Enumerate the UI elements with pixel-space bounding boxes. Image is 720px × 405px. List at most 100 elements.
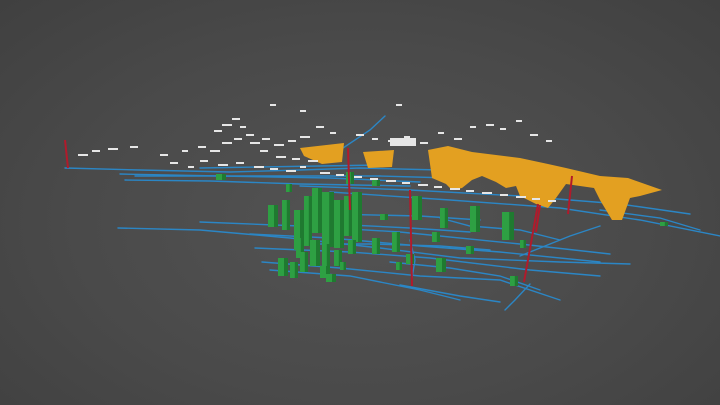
column-shade [326,244,330,266]
column-shade [274,205,278,227]
terrain-point [500,194,508,196]
terrain-point [330,132,336,134]
column-shade [376,180,380,186]
terrain-point [210,150,220,152]
terrain-point [292,158,300,160]
terrain-point [390,138,416,146]
terrain-point [92,150,100,152]
terrain-point [500,128,506,130]
terrain-point [516,196,526,198]
column-shade [418,196,422,220]
terrain-point [402,182,410,184]
structure [363,150,394,168]
terrain-point [188,166,194,168]
terrain-point [270,104,276,106]
terrain-point [470,126,476,128]
terrain-point [222,124,232,126]
terrain-point [288,140,296,142]
column-shade [523,240,526,248]
pipeline [504,283,531,311]
column-shade [329,192,334,247]
terrain-point [160,154,168,156]
terrain-point [372,138,378,140]
terrain-point [386,180,396,182]
column-shade [436,232,440,242]
terrain-point [516,120,522,122]
terrain-point [316,126,324,128]
terrain-point [200,160,208,162]
marker-pole [409,189,413,287]
terrain-point [240,126,246,128]
column-shade [284,258,288,276]
column-shade [350,172,354,184]
pipeline [124,179,411,187]
column-shade [476,206,480,232]
terrain-point [530,134,538,136]
terrain-point [300,166,306,168]
terrain-point [450,188,460,190]
column-shade [509,212,514,240]
terrain-point [336,174,344,176]
terrain-point [218,164,228,166]
terrain-point [300,136,310,138]
pipeline [339,115,386,151]
terrain-point [108,148,118,150]
column-shade [352,240,356,254]
column-shade [332,274,336,282]
column-shade [308,196,312,246]
column-shade [340,200,344,248]
terrain-point [482,192,492,194]
terrain-point [404,136,410,138]
pipeline [64,167,441,173]
column-shade [294,262,298,278]
column-shade [444,208,448,228]
pipeline [399,284,501,303]
column-shade [318,188,322,233]
terrain-point [78,154,88,156]
terrain-point [170,162,178,164]
column-shade [399,262,402,270]
terrain-point [438,132,444,134]
column-shade [316,240,320,266]
terrain-point [222,142,232,144]
terrain-point [396,104,402,106]
column-shade [470,246,474,254]
pipeline [199,221,611,255]
terrain-point [420,142,428,144]
terrain-point [532,198,540,200]
terrain-point [548,200,556,202]
column-shade [222,174,226,180]
3d-scene-canvas[interactable] [0,0,720,405]
terrain-point [370,178,378,180]
terrain-point [434,186,442,188]
terrain-point [182,150,188,152]
terrain-point [236,162,244,164]
terrain-point [466,190,474,192]
terrain-point [546,140,552,142]
terrain-point [246,134,254,136]
column-shade [384,214,388,220]
terrain-point [418,184,428,186]
column-shade [376,238,380,254]
pipeline [329,191,720,237]
terrain-point [250,142,260,144]
terrain-point [260,150,268,152]
terrain-point [276,156,286,158]
terrain-point [214,130,222,132]
column-shade [396,232,400,252]
terrain-point [308,160,318,162]
column-shade [358,192,362,242]
column-shade [289,184,292,192]
terrain-point [274,144,284,146]
terrain-point [454,138,462,140]
column-shade [514,276,518,286]
terrain-point [486,124,494,126]
pipeline [269,269,461,301]
terrain-point [254,166,264,168]
terrain-point [356,134,364,136]
marker-pole [64,139,69,169]
3d-model-viewport[interactable] [0,0,720,405]
column-shade [664,222,668,226]
terrain-point [198,146,206,148]
terrain-point [300,110,306,112]
